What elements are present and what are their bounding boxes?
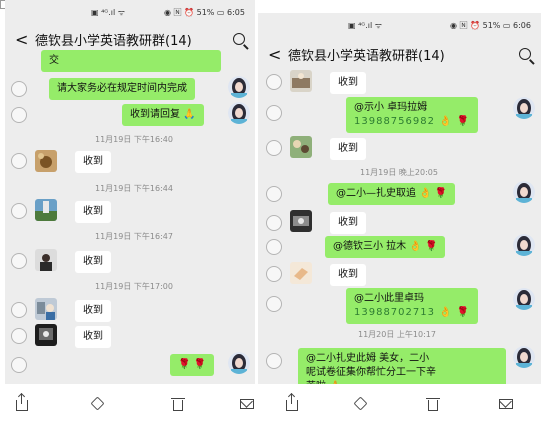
timestamp: 11月19日 下午16:44: [95, 184, 173, 193]
avatar[interactable]: [35, 324, 57, 346]
select-radio[interactable]: [266, 266, 282, 282]
select-radio[interactable]: [11, 81, 27, 97]
message-bubble[interactable]: 交: [41, 50, 221, 72]
message-bubble[interactable]: 收到: [75, 251, 111, 273]
select-radio[interactable]: [266, 74, 282, 90]
left-chat-screen: ▣ ⁴ᴳ.ıl ᯤ ◉ 🄽 ⏰ 51% ▭ 6:05 < 德钦县小学英语教研群(…: [5, 0, 255, 384]
cube-icon[interactable]: [353, 396, 368, 411]
avatar[interactable]: [35, 298, 57, 320]
message-bubble[interactable]: 收到: [330, 138, 366, 160]
search-icon[interactable]: [233, 33, 245, 45]
message-bubble[interactable]: 收到: [330, 72, 366, 94]
timestamp: 11月20日 上午10:17: [358, 330, 436, 339]
chat-title: 德钦县小学英语教研群(14): [35, 33, 192, 49]
timestamp: 11月19日 下午17:00: [95, 282, 173, 291]
share-icon[interactable]: [16, 394, 28, 411]
trash-icon[interactable]: [426, 398, 440, 411]
avatar[interactable]: [35, 150, 57, 172]
trash-icon[interactable]: [171, 398, 185, 411]
share-icon[interactable]: [286, 394, 298, 411]
back-button[interactable]: <: [268, 45, 281, 64]
search-icon[interactable]: [519, 48, 531, 60]
avatar[interactable]: [513, 181, 535, 203]
select-radio[interactable]: [11, 357, 27, 373]
message-bubble[interactable]: @二小扎史此姆 美女，二小 呢试卷征集你帮忙分工一下辛 苦啦 🙏: [298, 348, 506, 384]
chat-header: < 德钦县小学英语教研群(14): [5, 26, 255, 52]
message-bubble[interactable]: 收到: [75, 151, 111, 173]
mail-icon[interactable]: [240, 399, 254, 409]
select-radio[interactable]: [266, 296, 282, 312]
message-bubble[interactable]: 收到: [75, 326, 111, 348]
back-button[interactable]: <: [15, 30, 28, 49]
select-radio[interactable]: [266, 215, 282, 231]
avatar[interactable]: [290, 210, 312, 232]
message-bubble[interactable]: @示小 卓玛拉姆 13988756982 👌 🌹: [346, 97, 479, 133]
message-bubble[interactable]: 收到: [330, 212, 366, 234]
avatar[interactable]: [228, 76, 250, 98]
avatar[interactable]: [513, 288, 535, 310]
select-radio[interactable]: [11, 328, 27, 344]
avatar[interactable]: [513, 234, 535, 256]
avatar[interactable]: [290, 262, 312, 284]
select-radio[interactable]: [11, 153, 27, 169]
select-radio[interactable]: [266, 186, 282, 202]
message-bubble[interactable]: @二小此里卓玛 13988702713 👌 🌹: [346, 288, 479, 324]
timestamp: 11月19日 晚上20:05: [360, 168, 438, 177]
cube-icon[interactable]: [90, 396, 105, 411]
status-right: ◉ 🄽 ⏰ 51% ▭ 6:05: [164, 7, 245, 17]
timestamp: 11月19日 下午16:47: [95, 232, 173, 241]
avatar[interactable]: [290, 136, 312, 158]
signal-indicators: ▣ ⁴ᴳ.ıl ᯤ: [348, 20, 383, 30]
message-bubble[interactable]: 收到请回复 🙏: [122, 104, 204, 126]
select-radio[interactable]: [266, 353, 282, 369]
message-bubble[interactable]: @德钦三小 拉木 👌 🌹: [325, 236, 446, 258]
message-bubble[interactable]: 🌹 🌹: [170, 354, 215, 376]
chat-title: 德钦县小学英语教研群(14): [288, 48, 445, 64]
timestamp: 11月19日 下午16:40: [95, 135, 173, 144]
select-radio[interactable]: [266, 105, 282, 121]
right-chat-screen: ▣ ⁴ᴳ.ıl ᯤ ◉ 🄽 ⏰ 51% ▭ 6:06 < 德钦县小学英语教研群(…: [258, 13, 541, 384]
select-radio[interactable]: [11, 203, 27, 219]
status-right: ◉ 🄽 ⏰ 51% ▭ 6:06: [450, 20, 531, 30]
select-radio[interactable]: [266, 239, 282, 255]
select-radio[interactable]: [11, 253, 27, 269]
avatar[interactable]: [35, 199, 57, 221]
select-radio[interactable]: [11, 107, 27, 123]
avatar[interactable]: [228, 352, 250, 374]
avatar[interactable]: [513, 346, 535, 368]
avatar[interactable]: [290, 70, 312, 92]
avatar[interactable]: [35, 249, 57, 271]
message-bubble[interactable]: 收到: [75, 300, 111, 322]
avatar[interactable]: [513, 97, 535, 119]
message-bubble[interactable]: 请大家务必在规定时间内完成: [49, 78, 195, 100]
message-bubble[interactable]: 收到: [330, 264, 366, 286]
avatar: [35, 378, 57, 384]
select-radio[interactable]: [266, 140, 282, 156]
status-bar: ▣ ⁴ᴳ.ıl ᯤ ◉ 🄽 ⏰ 51% ▭ 6:06: [258, 13, 541, 37]
message-bubble[interactable]: @二小—扎史取追 👌 🌹: [328, 183, 456, 205]
signal-indicators: ▣ ⁴ᴳ.ıl ᯤ: [91, 7, 126, 17]
message-bubble[interactable]: 收到: [75, 201, 111, 223]
avatar[interactable]: [228, 102, 250, 124]
mail-icon[interactable]: [499, 399, 513, 409]
select-radio[interactable]: [11, 302, 27, 318]
chat-header: < 德钦县小学英语教研群(14): [258, 41, 541, 67]
status-bar: ▣ ⁴ᴳ.ıl ᯤ ◉ 🄽 ⏰ 51% ▭ 6:05: [5, 0, 255, 24]
